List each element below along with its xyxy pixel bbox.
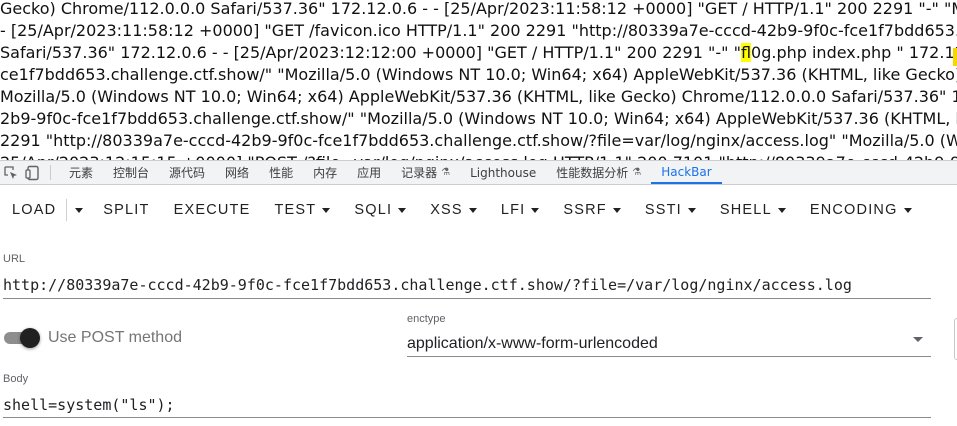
- button-label: SPLIT: [103, 202, 150, 218]
- tab-label: 元素: [69, 166, 94, 180]
- chevron-down-icon: [531, 207, 540, 213]
- button-label: TEST: [274, 202, 317, 218]
- chevron-down-icon: [75, 207, 84, 213]
- log-line: ce1f7bdd653.challenge.ctf.show/" "Mozill…: [0, 64, 957, 86]
- xss-button[interactable]: XSS: [418, 192, 489, 228]
- tab-lighthouse[interactable]: Lighthouse: [460, 161, 546, 184]
- tab-label: Lighthouse: [470, 165, 537, 180]
- log-line-text: 2291 "http://80339a7e-cccd-42b9-9f0c-fce…: [0, 131, 957, 150]
- log-line-text: 25/Apr/2023:12:15:15 +0000] "POST /?file…: [0, 153, 957, 160]
- log-line: 2291 "http://80339a7e-cccd-42b9-9f0c-fce…: [0, 130, 957, 152]
- devtools-tab[interactable]: 源代码: [159, 161, 215, 184]
- devtools-tab[interactable]: 应用: [347, 161, 391, 184]
- chevron-down-icon: [322, 207, 331, 213]
- toggle-knob: [20, 328, 40, 348]
- chevron-down-icon: [612, 207, 621, 213]
- experimental-flask-icon: ⚗: [441, 167, 451, 178]
- tab-label: 性能: [269, 166, 294, 180]
- log-line-text: 0g.php index.php " 172.12.0.6 - -: [751, 43, 957, 62]
- log-line: Safari/537.36" 172.12.0.6 - - [25/Apr/20…: [0, 42, 957, 64]
- load-button-label: LOAD: [12, 202, 57, 218]
- tab-label: 内存: [313, 166, 338, 180]
- devtools-tab[interactable]: 元素: [59, 161, 103, 184]
- experimental-flask-icon: ⚗: [632, 167, 642, 178]
- hackbar-menu-buttons: SPLIT EXECUTE TEST SQLI XSS LFI SSRF SSTI SHELL E…: [91, 192, 923, 228]
- devtools-tab[interactable]: 网络: [215, 161, 259, 184]
- post-method-label: Use POST method: [48, 329, 182, 346]
- tab-hackbar[interactable]: HackBar: [651, 161, 722, 184]
- tab-label: 控制台: [113, 166, 150, 180]
- tab-label: 应用: [357, 166, 382, 180]
- lfi-button[interactable]: LFI: [489, 192, 552, 228]
- shell-button[interactable]: SHELL: [708, 192, 798, 228]
- hackbar-toolbar: LOAD SPLIT EXECUTE TEST SQLI XSS LFI SSRF SSTI S…: [0, 186, 957, 234]
- button-label: SSRF: [563, 202, 607, 218]
- execute-button[interactable]: EXECUTE: [162, 192, 263, 228]
- devtools-tab-bar: 元素 控制台 源代码 网络 性能 内存 应用 记录器 ⚗ Lighthouse 性能数据分析 ⚗ Hac…: [0, 160, 957, 185]
- url-input-value: http://80339a7e-cccd-42b9-9f0c-fce1f7bdd…: [3, 276, 852, 294]
- button-label: SSTI: [644, 202, 682, 218]
- button-label: ENCODING: [809, 202, 898, 218]
- devtools-tab[interactable]: 控制台: [103, 161, 159, 184]
- chevron-down-icon: [468, 207, 477, 213]
- inspect-element-icon[interactable]: [0, 161, 22, 184]
- button-label: SQLI: [354, 202, 393, 218]
- scroll-highlight-marker: [953, 48, 957, 66]
- log-line: 25/Apr/2023:12:15:15 +0000] "POST /?file…: [0, 152, 957, 160]
- tab-label: 源代码: [169, 166, 206, 180]
- log-line-text: 2b9-9f0c-fce1f7bdd653.challenge.ctf.show…: [0, 109, 957, 128]
- url-input[interactable]: http://80339a7e-cccd-42b9-9f0c-fce1f7bdd…: [3, 273, 931, 299]
- test-button[interactable]: TEST: [262, 192, 342, 228]
- tab-label: HackBar: [661, 164, 712, 179]
- log-line-text: ce1f7bdd653.challenge.ctf.show/" "Mozill…: [0, 65, 957, 84]
- device-toolbar-icon[interactable]: [22, 161, 44, 184]
- encoding-button[interactable]: ENCODING: [798, 192, 924, 228]
- chevron-down-icon: [913, 337, 923, 342]
- chevron-down-icon: [903, 207, 912, 213]
- enctype-select[interactable]: application/x-www-form-urlencoded: [407, 330, 931, 357]
- split-button[interactable]: SPLIT: [91, 192, 161, 228]
- search-highlight: fl: [740, 43, 752, 62]
- button-label: XSS: [430, 202, 463, 218]
- body-label: Body: [3, 373, 29, 385]
- log-line: Gecko) Chrome/112.0.0.0 Safari/537.36" 1…: [0, 0, 957, 20]
- log-line-text: - [25/Apr/2023:11:58:12 +0000] "GET /fav…: [0, 21, 957, 40]
- log-line: - [25/Apr/2023:11:58:12 +0000] "GET /fav…: [0, 20, 957, 42]
- load-dropdown-toggle[interactable]: [67, 192, 91, 228]
- button-label: SHELL: [719, 202, 772, 218]
- devtools-tab[interactable]: 性能数据分析 ⚗: [546, 161, 651, 184]
- enctype-label: enctype: [407, 313, 446, 325]
- body-input[interactable]: shell=system("ls");: [3, 394, 931, 418]
- chevron-down-icon: [687, 207, 696, 213]
- log-line: 2b9-9f0c-fce1f7bdd653.challenge.ctf.show…: [0, 108, 957, 130]
- log-line-text: Gecko) Chrome/112.0.0.0 Safari/537.36" 1…: [0, 0, 957, 18]
- devtools-tab[interactable]: 记录器 ⚗: [391, 161, 460, 184]
- sqli-button[interactable]: SQLI: [342, 192, 418, 228]
- log-line: Mozilla/5.0 (Windows NT 10.0; Win64; x64…: [0, 86, 957, 108]
- ssti-button[interactable]: SSTI: [633, 192, 708, 228]
- button-label: EXECUTE: [173, 202, 251, 218]
- tab-separator: [50, 165, 51, 180]
- devtools-tabs: 元素 控制台 源代码 网络 性能 内存 应用 记录器 ⚗ Lighthouse 性能数据分析 ⚗ Hac…: [59, 161, 722, 184]
- load-button[interactable]: LOAD: [0, 192, 66, 228]
- body-input-value: shell=system("ls");: [3, 396, 175, 414]
- url-label: URL: [3, 253, 26, 265]
- ssrf-button[interactable]: SSRF: [551, 192, 632, 228]
- chevron-down-icon: [398, 207, 407, 213]
- button-label: LFI: [500, 202, 526, 218]
- log-line-text: Safari/537.36" 172.12.0.6 - - [25/Apr/20…: [0, 43, 741, 62]
- devtools-tab[interactable]: 内存: [303, 161, 347, 184]
- post-method-toggle[interactable]: [4, 327, 40, 349]
- tab-label: 性能数据分析: [556, 166, 629, 180]
- page-log-text: Gecko) Chrome/112.0.0.0 Safari/537.36" 1…: [0, 0, 957, 160]
- tab-label: 网络: [225, 166, 250, 180]
- tab-label: 记录器: [401, 166, 438, 180]
- chevron-down-icon: [777, 207, 786, 213]
- enctype-selected-value: application/x-www-form-urlencoded: [407, 335, 658, 352]
- log-line-text: Mozilla/5.0 (Windows NT 10.0; Win64; x64…: [0, 87, 957, 106]
- devtools-tab[interactable]: 性能: [259, 161, 303, 184]
